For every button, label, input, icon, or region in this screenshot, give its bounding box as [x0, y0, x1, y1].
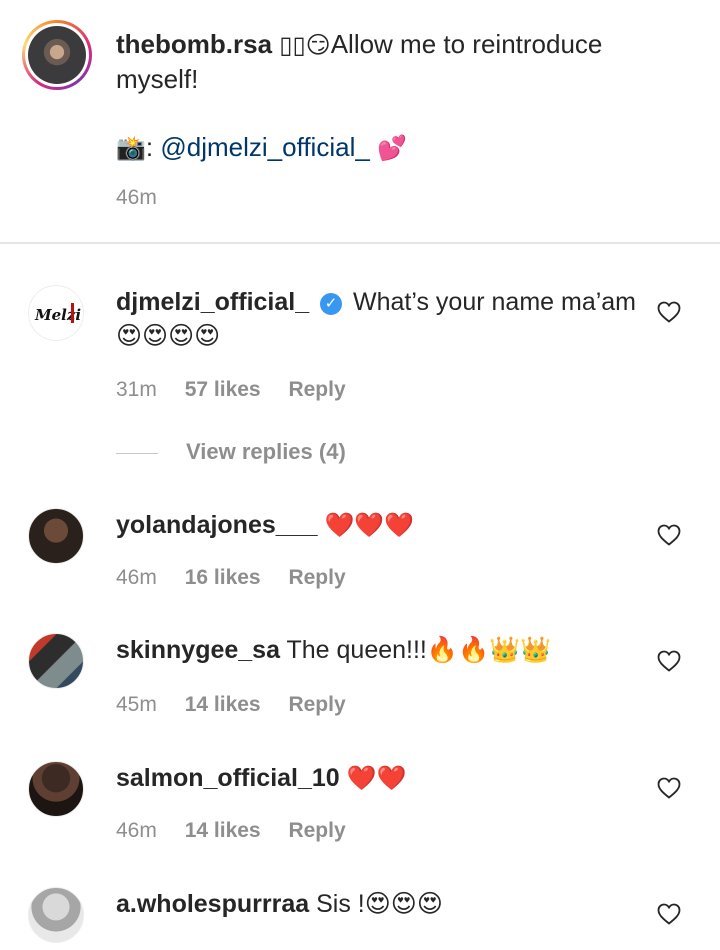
comment-time: 46m [116, 819, 157, 842]
reply-button[interactable]: Reply [288, 693, 345, 716]
comment-username[interactable]: skinnygee_sa [116, 636, 280, 664]
post-caption: thebomb.rsa ▯▯😏Allow me to reintroduce m… [0, 0, 720, 243]
comment-text-block: salmon_official_10 ❤️❤️ [116, 761, 636, 795]
avatar[interactable] [28, 508, 84, 564]
comment-time: 31m [116, 378, 157, 401]
comment-text-block: yolandajones___ ❤️❤️❤️ [116, 508, 636, 542]
caption-divider [0, 242, 720, 244]
comment-meta: 46m 16 likes Reply [116, 566, 368, 590]
avatar[interactable]: Melzi [28, 285, 84, 341]
comment-meta: 46m 14 likes Reply [116, 819, 368, 843]
comment-likes-link[interactable]: 14 likes [185, 693, 261, 716]
reply-button[interactable]: Reply [288, 566, 345, 589]
heart-outline-icon[interactable] [657, 777, 681, 799]
photo-credit: 📸: @djmelzi_official_ 💕 [116, 130, 407, 165]
heart-outline-icon[interactable] [657, 524, 681, 546]
comment-time: 46m [116, 566, 157, 589]
avatar[interactable] [28, 761, 84, 817]
comment-likes-link[interactable]: 57 likes [185, 378, 261, 401]
comment-meta: 45m 14 likes Reply [116, 693, 368, 717]
avatar[interactable] [28, 633, 84, 689]
comment-text-block: djmelzi_official_ ✓ What’s your name ma’… [116, 285, 636, 353]
caption-timestamp: 46m [116, 186, 157, 209]
comment-text-block: skinnygee_sa The queen!!!🔥🔥👑👑 [116, 633, 636, 667]
heart-outline-icon[interactable] [657, 903, 681, 925]
credit-mention-link[interactable]: @djmelzi_official_ [160, 132, 369, 162]
caption-username[interactable]: thebomb.rsa [116, 29, 272, 59]
comment-body: The queen!!!🔥🔥👑👑 [286, 636, 552, 664]
verified-badge-icon: ✓ [320, 293, 343, 315]
comment-username[interactable]: salmon_official_10 [116, 764, 340, 792]
comment-text-block: a.wholespurrraa Sis !😍😍😍 [116, 887, 636, 921]
melzi-logo-icon: Melzi [34, 303, 81, 324]
view-replies-line [116, 453, 158, 454]
avatar[interactable] [28, 887, 84, 943]
comment-body: Sis !😍😍😍 [316, 890, 443, 918]
comment-username[interactable]: yolandajones___ [116, 511, 317, 539]
comment-meta: 31m 57 likes Reply [116, 378, 368, 402]
camera-flash-icon: 📸 [116, 134, 146, 162]
caption-lead-glyphs: ▯▯😏 [279, 31, 331, 59]
view-replies-button[interactable]: View replies (4) [186, 439, 346, 465]
heart-outline-icon[interactable] [657, 301, 681, 323]
reply-button[interactable]: Reply [288, 819, 345, 842]
comment-body: ❤️❤️❤️ [324, 511, 415, 539]
reply-button[interactable]: Reply [288, 378, 345, 401]
comment-username[interactable]: djmelzi_official_ [116, 288, 309, 316]
heart-outline-icon[interactable] [657, 650, 681, 672]
two-hearts-icon: 💕 [377, 134, 407, 162]
comment-username[interactable]: a.wholespurrraa [116, 890, 309, 918]
comment-body: ❤️❤️ [346, 764, 407, 792]
comment-likes-link[interactable]: 16 likes [185, 566, 261, 589]
caption-text-block: thebomb.rsa ▯▯😏Allow me to reintroduce m… [116, 27, 676, 96]
comment-likes-link[interactable]: 14 likes [185, 819, 261, 842]
caption-author-avatar[interactable] [22, 20, 92, 90]
comment-time: 45m [116, 693, 157, 716]
credit-separator: : [145, 132, 154, 162]
